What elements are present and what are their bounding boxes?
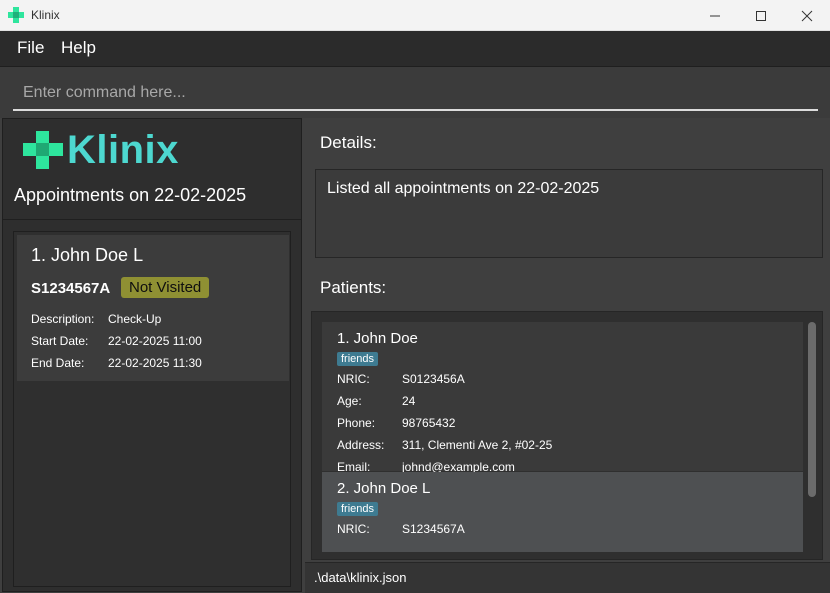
start-date-value: 22-02-2025 11:00 xyxy=(108,334,202,348)
appointment-start-row: Start Date: 22-02-2025 11:00 xyxy=(31,334,202,348)
age-label: Age: xyxy=(337,394,362,408)
maximize-button[interactable] xyxy=(738,0,784,31)
patient-nric-row: NRIC: S1234567A xyxy=(337,522,465,536)
appointment-end-row: End Date: 22-02-2025 11:30 xyxy=(31,356,202,370)
divider xyxy=(3,219,301,220)
minimize-icon xyxy=(710,15,720,16)
details-output-box[interactable]: Listed all appointments on 22-02-2025 xyxy=(315,169,823,258)
age-value: 24 xyxy=(402,394,416,408)
patient-phone-row: Phone: 98765432 xyxy=(337,416,455,430)
end-date-label: End Date: xyxy=(31,356,85,370)
description-label: Description: xyxy=(31,312,95,326)
appointment-nric: S1234567A xyxy=(31,280,111,297)
close-icon xyxy=(801,10,813,21)
command-input[interactable] xyxy=(13,76,818,111)
klinix-cross-icon xyxy=(8,7,24,23)
scrollbar-thumb[interactable] xyxy=(808,322,816,497)
appointment-description-row: Description: Check-Up xyxy=(31,312,161,326)
appointments-heading: Appointments on 22-02-2025 xyxy=(14,185,247,205)
menu-bar: File Help xyxy=(0,31,830,67)
phone-value: 98765432 xyxy=(402,416,456,430)
description-value: Check-Up xyxy=(108,312,162,326)
close-button[interactable] xyxy=(784,0,830,31)
end-date-value: 22-02-2025 11:30 xyxy=(108,356,202,370)
app-window: File Help Klinix Appointments on 22-02-2… xyxy=(0,31,830,593)
address-label: Address: xyxy=(337,438,385,452)
patient-address-row: Address: 311, Clementi Ave 2, #02-25 xyxy=(337,438,552,452)
details-output-text: Listed all appointments on 22-02-2025 xyxy=(327,180,600,197)
nric-label: NRIC: xyxy=(337,522,370,536)
patient-card[interactable]: 1. John Doe friends NRIC: S0123456A Age:… xyxy=(322,322,803,474)
appointment-list[interactable]: 1. John Doe L S1234567A Not Visited Desc… xyxy=(13,231,291,587)
window-title: Klinix xyxy=(31,8,60,22)
details-label: Details: xyxy=(320,133,377,152)
appointment-patient-name: 1. John Doe L xyxy=(31,245,144,265)
command-area xyxy=(0,67,830,118)
patient-card-selected[interactable]: 2. John Doe L friends NRIC: S1234567A xyxy=(322,472,803,552)
nric-value: S1234567A xyxy=(402,522,465,536)
address-value: 311, Clementi Ave 2, #02-25 xyxy=(402,438,553,452)
klinix-cross-logo-icon xyxy=(23,131,63,169)
patient-name: 1. John Doe xyxy=(337,330,418,347)
menu-help[interactable]: Help xyxy=(61,38,96,58)
minimize-button[interactable] xyxy=(692,0,738,31)
status-badge: Not Visited xyxy=(121,277,210,298)
patient-age-row: Age: 24 xyxy=(337,394,415,408)
patient-list[interactable]: 1. John Doe friends NRIC: S0123456A Age:… xyxy=(311,311,823,560)
status-bar: .\data\klinix.json xyxy=(305,562,830,593)
menu-file[interactable]: File xyxy=(17,38,44,58)
patients-label: Patients: xyxy=(320,278,387,297)
klinix-logo: Klinix xyxy=(23,127,179,172)
patient-tag: friends xyxy=(337,352,379,366)
maximize-icon xyxy=(756,10,766,21)
patient-nric-row: NRIC: S0123456A xyxy=(337,372,465,386)
start-date-label: Start Date: xyxy=(31,334,89,348)
nric-value: S0123456A xyxy=(402,372,465,386)
phone-label: Phone: xyxy=(337,416,376,430)
data-file-path: .\data\klinix.json xyxy=(314,570,407,585)
details-panel: Details: Listed all appointments on 22-0… xyxy=(305,118,830,593)
logo-text: Klinix xyxy=(67,127,179,172)
appointments-panel: Klinix Appointments on 22-02-2025 1. Joh… xyxy=(2,118,302,592)
patient-name: 2. John Doe L xyxy=(337,480,431,497)
patient-list-scrollbar[interactable] xyxy=(808,322,816,552)
appointment-card[interactable]: 1. John Doe L S1234567A Not Visited Desc… xyxy=(17,235,289,381)
window-titlebar: Klinix xyxy=(0,0,830,31)
patient-tag: friends xyxy=(337,502,379,516)
nric-label: NRIC: xyxy=(337,372,370,386)
